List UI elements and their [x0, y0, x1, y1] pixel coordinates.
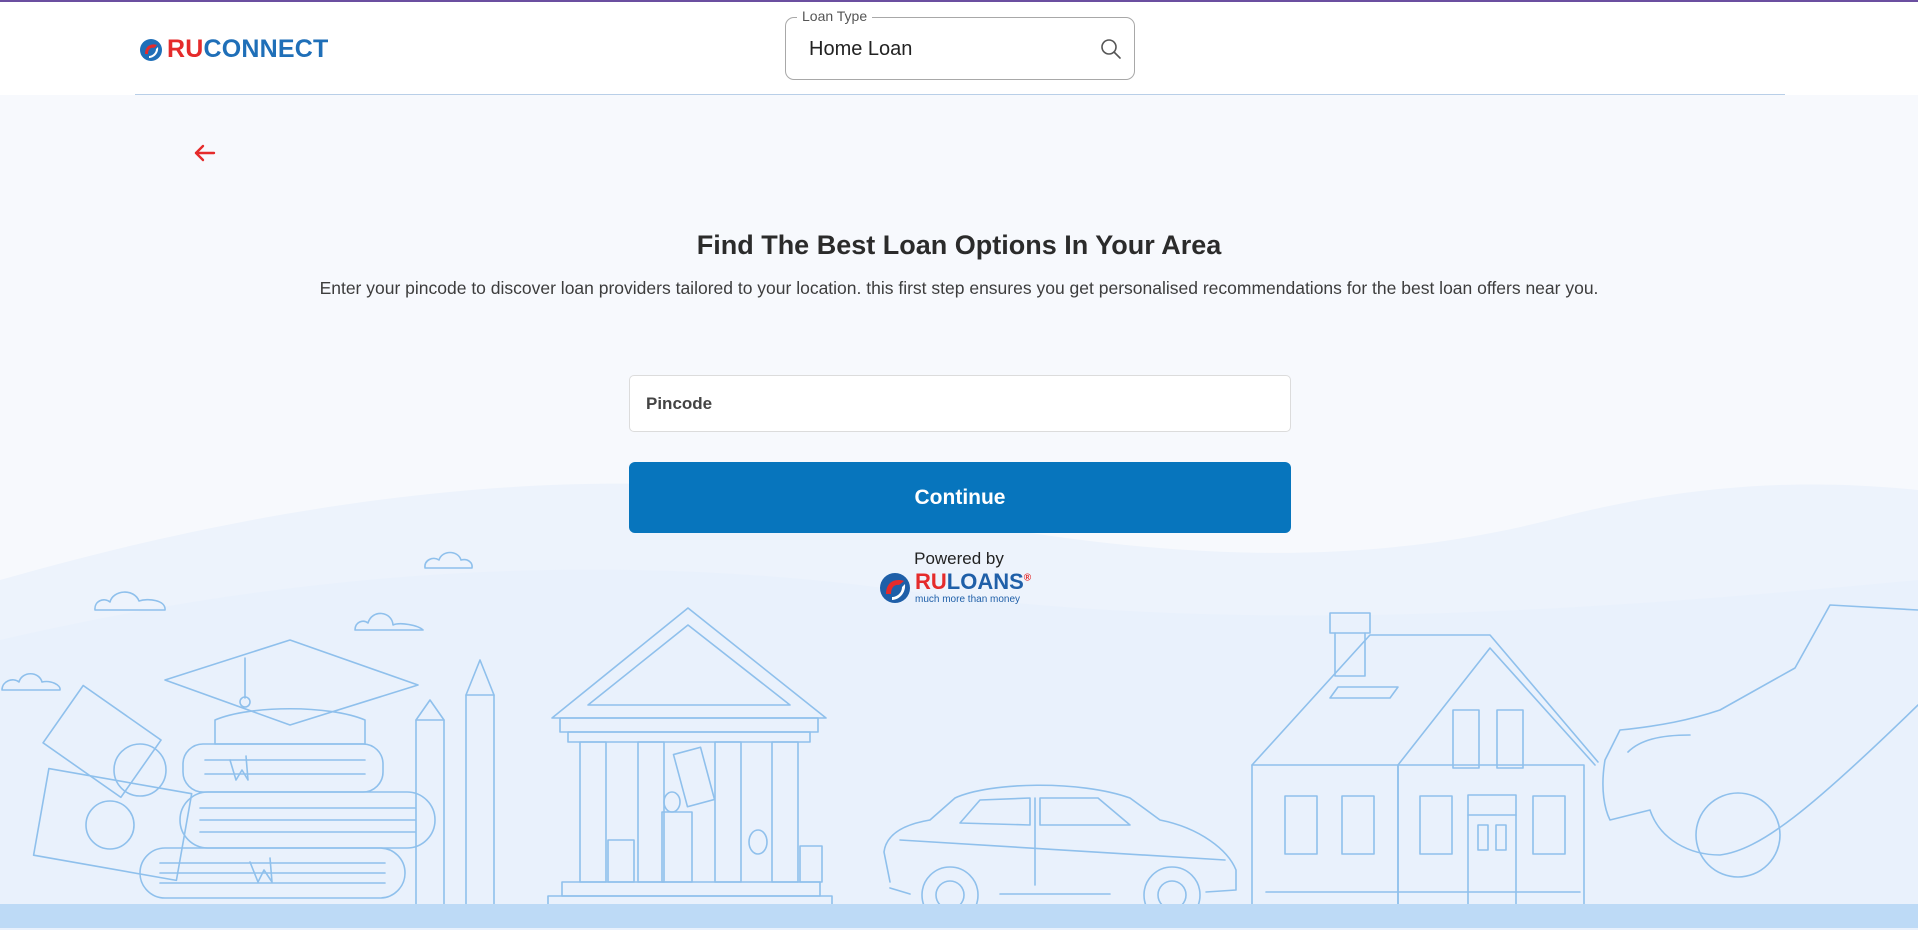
continue-button[interactable]: Continue — [629, 462, 1291, 533]
ruloans-tagline: much more than money — [915, 594, 1021, 605]
ruloans-logo: RULOANS® much more than money — [878, 568, 1031, 608]
car — [883, 784, 1237, 924]
education-books — [32, 639, 495, 906]
arrow-left-icon[interactable] — [192, 140, 218, 166]
ruconnect-logo-icon — [140, 38, 162, 61]
hand-with-coin — [1602, 604, 1918, 878]
search-icon[interactable] — [1100, 38, 1122, 60]
ruconnect-logo-text: RUCONNECT — [167, 35, 329, 64]
ground-strip — [0, 904, 1918, 928]
loan-type-value[interactable]: Home Loan — [809, 38, 912, 61]
logo-ru-text: RU — [167, 35, 204, 63]
pincode-input[interactable] — [629, 375, 1291, 432]
registered-mark: ® — [1023, 572, 1032, 584]
bank-building — [547, 607, 833, 919]
ruloans-logo-icon — [880, 573, 910, 603]
ruloans-name: RULOANS® — [915, 571, 1031, 593]
ruloans-wordmark: RULOANS® much more than money — [915, 571, 1031, 605]
ruconnect-logo[interactable]: RUCONNECT — [139, 35, 329, 64]
clouds — [1, 551, 473, 691]
page-subtitle: Enter your pincode to discover loan prov… — [319, 278, 1599, 298]
powered-by-label: Powered by — [914, 549, 1004, 568]
loan-type-label: Loan Type — [797, 8, 873, 24]
house — [1251, 612, 1599, 906]
ruloans-ru-text: RU — [915, 569, 947, 594]
page-title: Find The Best Loan Options In Your Area — [696, 230, 1222, 260]
header: RUCONNECT Loan Type Home Loan — [0, 2, 1918, 95]
loan-type-field[interactable]: Loan Type Home Loan — [785, 8, 1135, 80]
ruloans-loans-text: LOANS — [946, 569, 1024, 594]
header-inner: RUCONNECT Loan Type Home Loan — [135, 2, 1785, 95]
logo-connect-text: CONNECT — [203, 35, 329, 63]
